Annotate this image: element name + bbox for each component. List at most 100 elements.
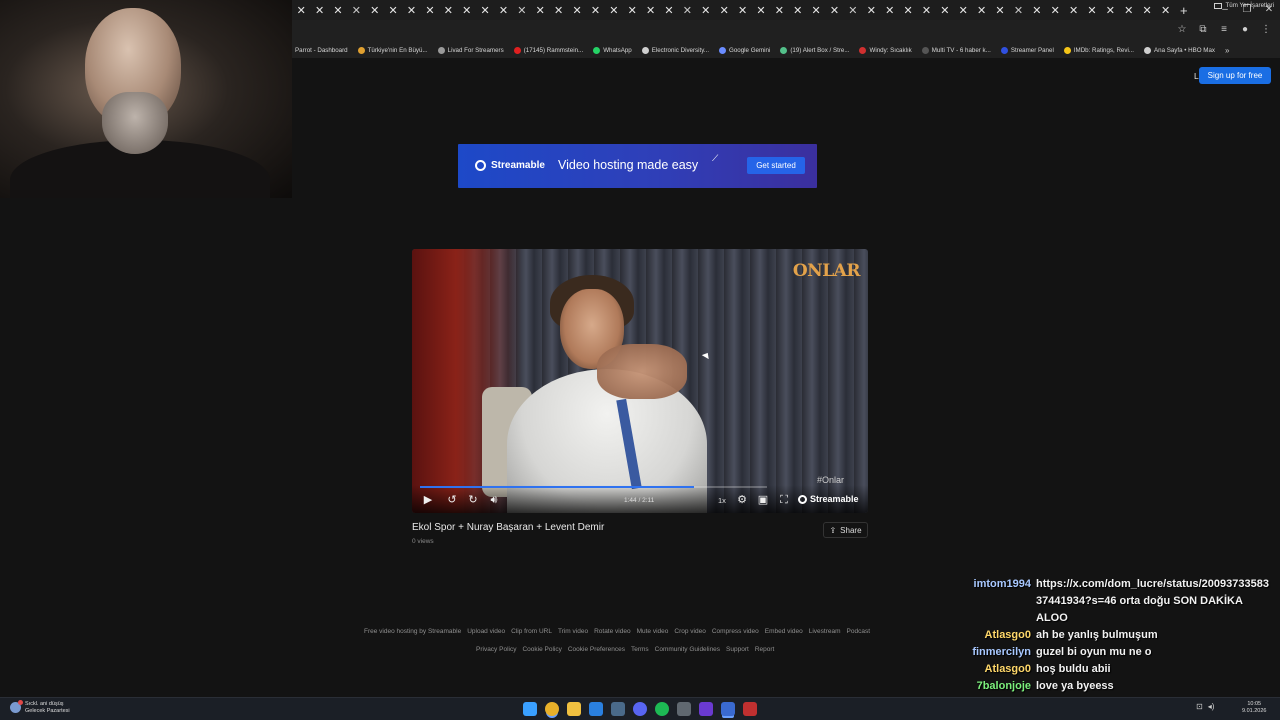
weather-widget[interactable]: Sıckl. ani düşüş Gelecek Pazartesi bbox=[10, 700, 70, 714]
tab-close-icon[interactable]: ✕ bbox=[972, 4, 990, 17]
bookmarks-overflow-icon[interactable]: » bbox=[1225, 46, 1229, 55]
tab-close-icon[interactable]: ✕ bbox=[715, 4, 733, 17]
tab-close-icon[interactable]: ✕ bbox=[1009, 4, 1027, 17]
pip-icon[interactable]: ▣ bbox=[756, 493, 770, 507]
tab-close-icon[interactable]: ✕ bbox=[549, 4, 567, 17]
footer-link[interactable]: Clip from URL bbox=[511, 628, 552, 635]
tab-close-icon[interactable]: ✕ bbox=[954, 4, 972, 17]
tab-close-icon[interactable]: ✕ bbox=[476, 4, 494, 17]
footer-link[interactable]: Rotate video bbox=[594, 628, 631, 635]
footer-link[interactable]: Free video hosting by Streamable bbox=[364, 628, 461, 635]
bookmark-item[interactable]: Windy: Sıcaklık bbox=[859, 46, 912, 54]
playback-speed[interactable]: 1x bbox=[718, 496, 726, 505]
calculator-icon[interactable] bbox=[677, 702, 691, 716]
app-active-icon[interactable] bbox=[721, 702, 735, 716]
tab-close-icon[interactable]: ✕ bbox=[329, 4, 347, 17]
tab-close-icon[interactable]: ✕ bbox=[605, 4, 623, 17]
tab-close-icon[interactable]: ✕ bbox=[439, 4, 457, 17]
forward-icon[interactable]: ↻ bbox=[466, 493, 480, 507]
all-bookmarks-folder[interactable]: Tüm Yer İşaretleri bbox=[1213, 2, 1274, 9]
tab-close-icon[interactable]: ✕ bbox=[789, 4, 807, 17]
tab-close-icon[interactable]: ✕ bbox=[991, 4, 1009, 17]
video-player[interactable]: ONLAR #Onlar ▶ ↺ ↻ 🔊︎ 1:44 / 2:11 1x ⚙ ▣… bbox=[412, 249, 868, 513]
tab-close-icon[interactable]: ✕ bbox=[862, 4, 880, 17]
tab-close-icon[interactable]: ✕ bbox=[531, 4, 549, 17]
footer-link[interactable]: Cookie Policy bbox=[522, 646, 561, 653]
taskbar-clock[interactable]: 10:05 9.01.2026 bbox=[1242, 701, 1266, 715]
fullscreen-icon[interactable]: ⛶ bbox=[777, 493, 791, 507]
tab-close-icon[interactable]: ✕ bbox=[366, 4, 384, 17]
tab-close-icon[interactable]: ✕ bbox=[936, 4, 954, 17]
obs-icon[interactable] bbox=[743, 702, 757, 716]
footer-link[interactable]: Mute video bbox=[637, 628, 669, 635]
tab-close-icon[interactable]: ✕ bbox=[641, 4, 659, 17]
volume-icon[interactable]: 🔊︎ bbox=[487, 493, 501, 507]
footer-link[interactable]: Livestream bbox=[809, 628, 841, 635]
bookmark-item[interactable]: Electronic Diversity... bbox=[641, 46, 709, 54]
tab-close-icon[interactable]: ✕ bbox=[1120, 4, 1138, 17]
tab-close-icon[interactable]: ✕ bbox=[844, 4, 862, 17]
tab-search-icon[interactable]: ≡ bbox=[1218, 23, 1230, 37]
bookmark-item[interactable]: Google Gemini bbox=[719, 46, 770, 54]
tab-close-icon[interactable]: ✕ bbox=[1028, 4, 1046, 17]
tab-close-icon[interactable]: ✕ bbox=[458, 4, 476, 17]
tab-close-icon[interactable]: ✕ bbox=[917, 4, 935, 17]
rewind-icon[interactable]: ↺ bbox=[445, 493, 459, 507]
get-started-button[interactable]: Get started bbox=[747, 157, 805, 174]
tab-close-icon[interactable]: ✕ bbox=[623, 4, 641, 17]
bookmark-item[interactable]: IMDb: Ratings, Revi... bbox=[1063, 46, 1134, 54]
play-icon[interactable]: ▶ bbox=[422, 493, 434, 507]
tab-close-icon[interactable]: ✕ bbox=[825, 4, 843, 17]
bookmark-item[interactable]: (19) Alert Box / Stre... bbox=[780, 46, 849, 54]
tab-close-icon[interactable]: ✕ bbox=[807, 4, 825, 17]
bookmark-item[interactable]: Multi TV - 6 haber k... bbox=[921, 46, 991, 54]
tab-close-icon[interactable]: ✕ bbox=[1156, 4, 1174, 17]
footer-link[interactable]: Privacy Policy bbox=[476, 646, 516, 653]
footer-link[interactable]: Crop video bbox=[674, 628, 705, 635]
tab-close-icon[interactable]: ✕ bbox=[292, 4, 310, 17]
spotify-icon[interactable] bbox=[655, 702, 669, 716]
tab-close-icon[interactable]: ✕ bbox=[1101, 4, 1119, 17]
footer-link[interactable]: Support bbox=[726, 646, 749, 653]
profile-icon[interactable]: ● bbox=[1239, 23, 1251, 37]
bookmark-item[interactable]: Ana Sayfa • HBO Max bbox=[1144, 46, 1215, 54]
tab-close-icon[interactable]: ✕ bbox=[752, 4, 770, 17]
player-brand[interactable]: Streamable bbox=[798, 494, 859, 504]
tab-close-icon[interactable]: ✕ bbox=[881, 4, 899, 17]
tab-close-icon[interactable]: ✕ bbox=[310, 4, 328, 17]
tab-close-icon[interactable]: ✕ bbox=[494, 4, 512, 17]
bookmark-item[interactable]: Livad For Streamers bbox=[437, 46, 504, 54]
footer-link[interactable]: Cookie Preferences bbox=[568, 646, 625, 653]
signup-button[interactable]: Sign up for free bbox=[1199, 67, 1271, 84]
footer-link[interactable]: Embed video bbox=[765, 628, 803, 635]
tab-close-icon[interactable]: ✕ bbox=[1083, 4, 1101, 17]
steam-icon[interactable] bbox=[611, 702, 625, 716]
tab-close-icon[interactable]: ✕ bbox=[384, 4, 402, 17]
bookmark-star-icon[interactable]: ☆ bbox=[1176, 23, 1188, 37]
video-progress-bar[interactable] bbox=[420, 486, 767, 488]
bookmark-item[interactable]: Türkiye'nin En Büyü... bbox=[357, 46, 428, 54]
tab-close-icon[interactable]: ✕ bbox=[347, 4, 365, 17]
footer-link[interactable]: Podcast bbox=[847, 628, 871, 635]
tab-close-icon[interactable]: ✕ bbox=[660, 4, 678, 17]
tab-close-icon[interactable]: ✕ bbox=[1064, 4, 1082, 17]
tab-close-icon[interactable]: ✕ bbox=[421, 4, 439, 17]
tab-close-icon[interactable]: ✕ bbox=[770, 4, 788, 17]
settings-icon[interactable]: ⚙ bbox=[735, 493, 749, 507]
windows-start-icon[interactable] bbox=[523, 702, 537, 716]
tab-close-icon[interactable]: ✕ bbox=[1138, 4, 1156, 17]
tab-close-icon[interactable]: ✕ bbox=[697, 4, 715, 17]
tab-close-icon[interactable]: ✕ bbox=[586, 4, 604, 17]
tab-close-icon[interactable]: ✕ bbox=[733, 4, 751, 17]
footer-link[interactable]: Community Guidelines bbox=[655, 646, 720, 653]
speaker-icon[interactable]: ◂) bbox=[1208, 702, 1215, 711]
kick-icon[interactable] bbox=[699, 702, 713, 716]
tab-close-icon[interactable]: ✕ bbox=[1046, 4, 1064, 17]
footer-link[interactable]: Upload video bbox=[467, 628, 505, 635]
footer-link[interactable]: Report bbox=[755, 646, 775, 653]
bookmark-item[interactable]: (17145) Rammstein... bbox=[513, 46, 583, 54]
footer-link[interactable]: Compress video bbox=[712, 628, 759, 635]
tab-close-icon[interactable]: ✕ bbox=[568, 4, 586, 17]
extensions-icon[interactable]: ⧉ bbox=[1197, 23, 1209, 37]
discord-icon[interactable] bbox=[633, 702, 647, 716]
